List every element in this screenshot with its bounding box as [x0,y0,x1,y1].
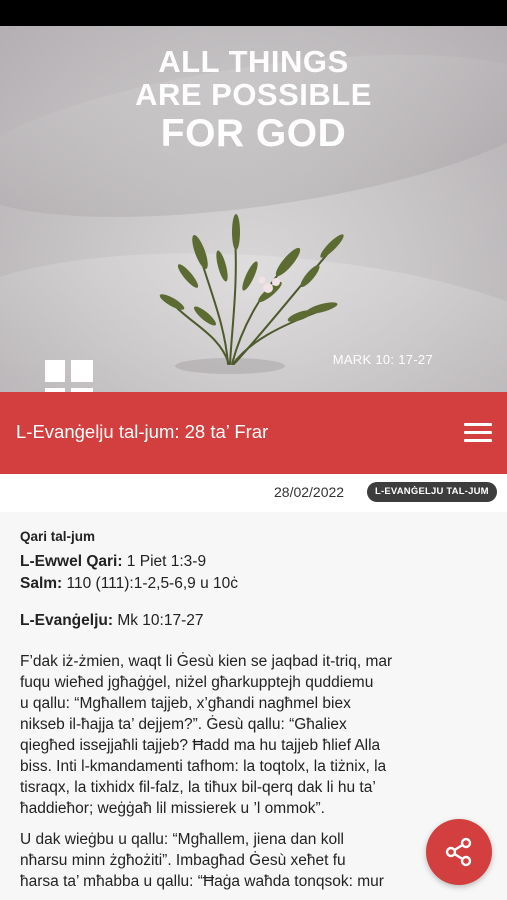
menu-line [464,439,492,442]
post-meta: 28/02/2022 L-EVANĠELJU TAL-JUM [0,474,507,512]
psalm-reading: Salm: 110 (111):1-2,5-6,9 u 10ċ [20,575,238,593]
text-line: u qallu: “Mgħallem tajjeb, x’għandi nagħ… [20,695,351,712]
hero-title: ALL THINGS ARE POSSIBLE FOR GOD [0,46,507,153]
gospel-paragraph: U dak wieġbu u qallu: “Mgħallem, jiena d… [20,829,482,892]
hero-scripture-reference: MARK 10: 17-27 [332,352,433,367]
hero-title-line: ARE POSSIBLE [135,77,372,112]
post-date: 28/02/2022 [274,484,345,500]
status-bar [0,0,507,26]
text-line: fuqu wieħed jgħaġġel, niżel għarkupptejh… [20,674,374,691]
text-line: nħarsu minn żgħożiti”. Imbagħad Ġesù xeħ… [20,852,346,869]
first-reading-label: L-Ewwel Qari: [20,553,123,570]
hero-title-line: ALL THINGS [158,44,349,79]
first-reading-value: 1 Piet 1:3-9 [122,553,207,570]
gospel-reading: L-Evanġelju: Mk 10:17-27 [20,612,203,630]
hamburger-menu-icon[interactable] [455,416,499,450]
text-line: qiegħed issejjaħli tajjeb? Ħadd ma hu ta… [20,737,381,754]
text-line: ħaddieħor; weġġaħ lil missierek u ’l omm… [20,800,325,817]
first-reading: L-Ewwel Qari: 1 Piet 1:3-9 [20,553,206,571]
share-icon [445,837,472,867]
menu-line [464,423,492,426]
readings-heading: Qari tal-jum [20,529,96,544]
menu-line [464,431,492,434]
gospel-paragraph: F’dak iż-żmien, waqt li Ġesù kien se jaq… [20,651,482,819]
text-line: ħarsa ta’ mħabba u qallu: “Ħaġa waħda to… [20,873,384,890]
hero-title-line: FOR GOD [160,112,347,155]
psalm-value: 110 (111):1-2,5-6,9 u 10ċ [62,575,238,592]
gospel-value: Mk 10:17-27 [113,612,204,629]
text-line: U dak wieġbu u qallu: “Mgħallem, jiena d… [20,831,344,848]
top-app-bar: L-Evanġelju tal-jum: 28 ta’ Frar [0,392,507,474]
text-line: F’dak iż-żmien, waqt li Ġesù kien se jaq… [20,653,393,670]
text-line: biss. Inti l-kmandamenti tafhom: la toqt… [20,758,387,775]
text-line: tisraqx, la tixhidx fil-falz, la tiħux b… [20,779,376,796]
page-title: L-Evanġelju tal-jum: 28 ta’ Frar [16,421,269,442]
cross-logo-icon [45,360,93,392]
hero-image: ALL THINGS ARE POSSIBLE FOR GOD MARK 10:… [0,26,507,392]
category-badge[interactable]: L-EVANĠELJU TAL-JUM [367,482,497,502]
share-button[interactable] [426,819,492,885]
text-line: nikseb il-ħajja ta’ dejjem?”. Ġesù qallu… [20,716,347,733]
plant-illustration [159,214,344,374]
gospel-label: L-Evanġelju: [20,612,114,629]
psalm-label: Salm: [20,575,63,592]
